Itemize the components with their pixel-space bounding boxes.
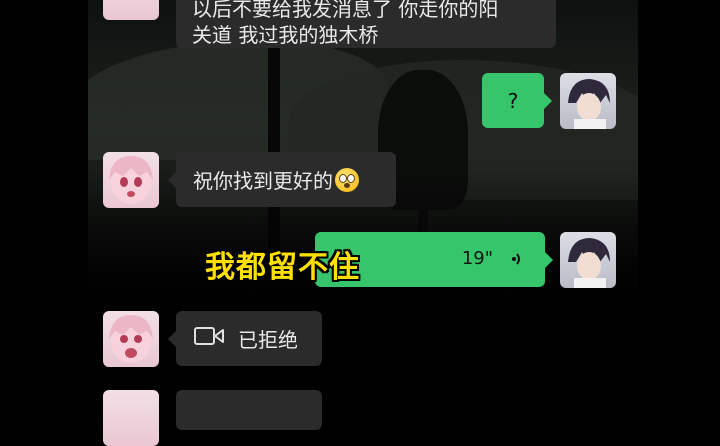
message-bubble-sent[interactable]: ? (482, 73, 552, 128)
message-text-line: 以后不要给我发消息了 你走你的阳 (192, 0, 499, 21)
call-status-text: 已拒绝 (238, 328, 298, 352)
my-avatar[interactable] (560, 73, 616, 129)
voice-wave-icon (511, 249, 525, 274)
contact-avatar[interactable] (103, 311, 159, 367)
message-text: ? (507, 88, 519, 113)
message-bubble-received[interactable]: 祝你找到更好的 (168, 152, 396, 207)
message-text: 祝你找到更好的 (193, 169, 333, 193)
contact-avatar[interactable] (103, 0, 159, 20)
message-text-line: 关道 我过我的独木桥 (192, 23, 379, 47)
flushed-face-emoji-icon (335, 167, 359, 192)
message-bubble-received[interactable] (176, 390, 322, 430)
my-avatar[interactable] (560, 232, 616, 288)
message-bubble-received[interactable]: 以后不要给我发消息了 你走你的阳 关道 我过我的独木桥 (176, 0, 556, 48)
video-caption: 我都留不住 (205, 250, 360, 285)
video-call-bubble[interactable]: 已拒绝 (168, 311, 322, 366)
contact-avatar[interactable] (103, 390, 159, 446)
video-camera-icon (194, 326, 224, 351)
voice-duration: 19" (461, 248, 493, 269)
contact-avatar[interactable] (103, 152, 159, 208)
